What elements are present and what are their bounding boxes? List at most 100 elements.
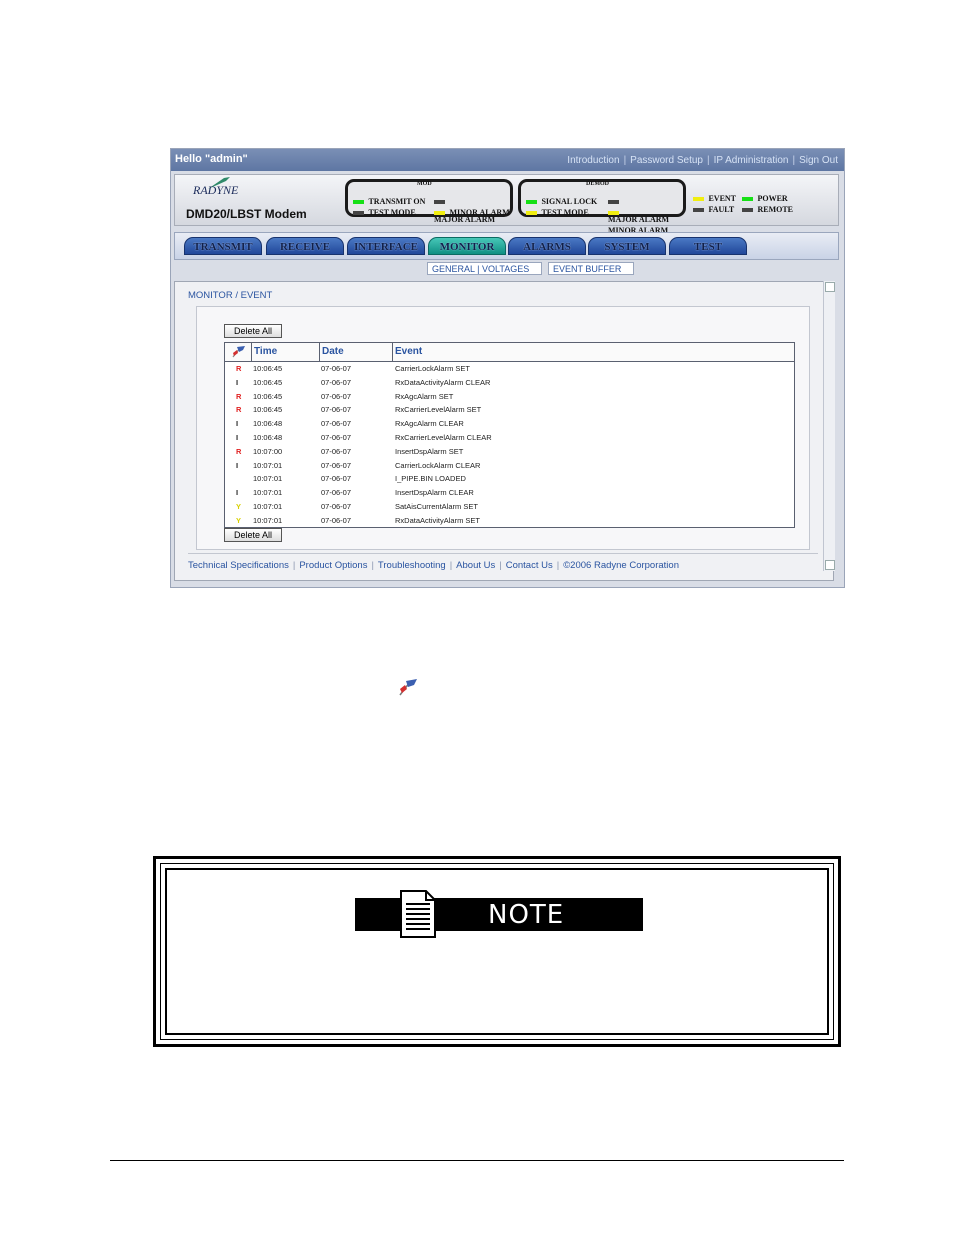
tab-monitor[interactable]: MONITOR <box>428 237 506 255</box>
event-type-cell: R <box>236 391 242 401</box>
led-indicator <box>434 211 445 215</box>
led-label: REMOTE <box>757 205 794 214</box>
event-type-cell: I <box>236 488 239 498</box>
event-type-cell: R <box>236 405 242 415</box>
date-cell: 07-06-07 <box>321 460 352 470</box>
table-row: I 10:06:45 07-06-07 RxDataActivityAlarm CLE… <box>225 376 794 390</box>
link-contact-us[interactable]: Contact Us <box>506 560 553 571</box>
note-border-inner <box>160 863 834 1040</box>
column-header-event[interactable]: Event <box>392 343 794 361</box>
link-ip-administration[interactable]: IP Administration <box>714 155 789 166</box>
event-cell: I_PIPE.BIN LOADED <box>395 474 466 484</box>
led-fault: FAULT <box>693 199 734 217</box>
document-icon <box>400 890 436 938</box>
subtab-general-voltages[interactable]: GENERAL | VOLTAGES <box>427 262 542 275</box>
time-cell: 10:06:48 <box>253 419 283 429</box>
table-row: I 10:07:01 07-06-07 CarrierLockAlarm CLEAR <box>225 459 794 473</box>
top-links: Introduction | Password Setup | IP Administr… <box>567 155 838 166</box>
scroll-up-button[interactable] <box>825 282 835 292</box>
date-cell: 07-06-07 <box>321 391 352 401</box>
tab-transmit[interactable]: TRANSMIT <box>184 237 262 255</box>
time-cell: 10:07:01 <box>253 488 283 498</box>
event-cell: InsertDspAlarm SET <box>395 446 464 456</box>
event-table: Time Date Event R 10:06:45 07-06-07 Carrier… <box>224 342 795 528</box>
greeting: Hello "admin" <box>175 153 248 165</box>
table-row: R 10:06:45 07-06-07 RxAgcAlarm SET <box>225 390 794 404</box>
footer-divider <box>188 553 818 554</box>
event-cell: RxCarrierLevelAlarm SET <box>395 405 482 415</box>
time-cell: 10:07:01 <box>253 502 283 511</box>
date-cell: 07-06-07 <box>321 419 352 429</box>
led-label: TEST MODE <box>368 208 416 217</box>
event-cell: RxDataActivityAlarm SET <box>395 515 481 525</box>
date-cell: 07-06-07 <box>321 488 352 498</box>
table-row: R 10:06:45 07-06-07 CarrierLockAlarm SET <box>225 362 794 376</box>
time-cell: 10:07:01 <box>253 515 283 525</box>
led-indicator <box>353 211 364 215</box>
vertical-scrollbar[interactable] <box>823 281 835 571</box>
breadcrumb: MONITOR / EVENT <box>188 290 273 301</box>
demod-title: DEMOD <box>586 181 609 187</box>
link-password-setup[interactable]: Password Setup <box>630 155 703 166</box>
model-name: DMD20/LBST Modem <box>186 207 307 221</box>
event-cell: RxAgcAlarm CLEAR <box>395 419 464 429</box>
flag-icon <box>232 346 245 358</box>
date-cell: 07-06-07 <box>321 405 352 415</box>
column-header-time[interactable]: Time <box>251 343 319 361</box>
tab-test[interactable]: TEST <box>669 237 747 255</box>
event-type-cell: Y <box>236 515 242 525</box>
date-cell: 07-06-07 <box>321 474 352 484</box>
led-indicator <box>526 211 537 215</box>
delete-all-button-bottom[interactable]: Delete All <box>224 528 282 542</box>
date-cell: 07-06-07 <box>321 502 352 511</box>
event-type-cell: I <box>236 460 239 470</box>
table-row: Y 10:07:01 07-06-07 RxDataActivityAlarm SET <box>225 514 794 528</box>
event-type-cell: I <box>236 377 239 387</box>
time-cell: 10:07:01 <box>253 460 283 470</box>
event-cell: RxDataActivityAlarm CLEAR <box>395 377 491 387</box>
top-bar: Hello "admin" Introduction | Password Setu… <box>171 149 844 171</box>
event-cell: SatAisCurrentAlarm SET <box>395 502 478 511</box>
date-cell: 07-06-07 <box>321 377 352 387</box>
led-indicator <box>693 208 704 212</box>
column-header-date[interactable]: Date <box>319 343 392 361</box>
note-border-innermost <box>165 868 829 1035</box>
table-row: I 10:06:48 07-06-07 RxAgcAlarm CLEAR <box>225 417 794 431</box>
tab-label: MONITOR <box>439 241 495 253</box>
page-footer-rule <box>110 1160 844 1161</box>
tab-label: RECEIVE <box>279 241 331 253</box>
scroll-down-button[interactable] <box>825 560 835 570</box>
event-type-cell: I <box>236 419 239 429</box>
link-product-options[interactable]: Product Options <box>299 560 367 571</box>
led-demod-test-mode: TEST MODE <box>526 202 589 220</box>
led-indicator <box>608 211 619 215</box>
link-about-us[interactable]: About Us <box>456 560 495 571</box>
event-cell: CarrierLockAlarm CLEAR <box>395 460 481 470</box>
subtab-event-buffer[interactable]: EVENT BUFFER <box>548 262 634 275</box>
tab-system[interactable]: SYSTEM <box>588 237 666 255</box>
mod-title: MOD <box>417 181 432 187</box>
event-cell: InsertDspAlarm CLEAR <box>395 488 474 498</box>
date-cell: 07-06-07 <box>321 433 352 442</box>
led-mod-minor-alarm: MINOR ALARM <box>434 202 510 220</box>
date-cell: 07-06-07 <box>321 515 352 525</box>
link-technical-specifications[interactable]: Technical Specifications <box>188 560 289 571</box>
time-cell: 10:07:00 <box>253 446 283 456</box>
tab-interface[interactable]: INTERFACE <box>347 237 425 255</box>
event-panel: Delete All Time Date Event R 10:06:45 07-0… <box>196 306 810 550</box>
event-cell: CarrierLockAlarm SET <box>395 364 471 373</box>
main-tab-bar: TRANSMIT RECEIVE INTERFACE MONITOR ALARM… <box>174 232 839 260</box>
delete-all-button[interactable]: Delete All <box>224 324 282 338</box>
note-box <box>153 856 841 1047</box>
time-cell: 10:06:45 <box>253 377 283 387</box>
tab-alarms[interactable]: ALARMS <box>508 237 586 255</box>
link-troubleshooting[interactable]: Troubleshooting <box>378 560 446 571</box>
tab-label: INTERFACE <box>354 241 418 253</box>
link-sign-out[interactable]: Sign Out <box>799 155 838 166</box>
tab-receive[interactable]: RECEIVE <box>266 237 344 255</box>
table-row: R 10:06:45 07-06-07 RxCarrierLevelAlarm SET <box>225 403 794 417</box>
led-label: TEST MODE <box>541 208 589 217</box>
mod-led-group: MOD TRANSMIT ON MAJOR ALARM TEST MODE MI… <box>345 179 513 224</box>
link-introduction[interactable]: Introduction <box>567 155 619 166</box>
content-area: MONITOR / EVENT Delete All Time Date Eve… <box>174 281 834 581</box>
